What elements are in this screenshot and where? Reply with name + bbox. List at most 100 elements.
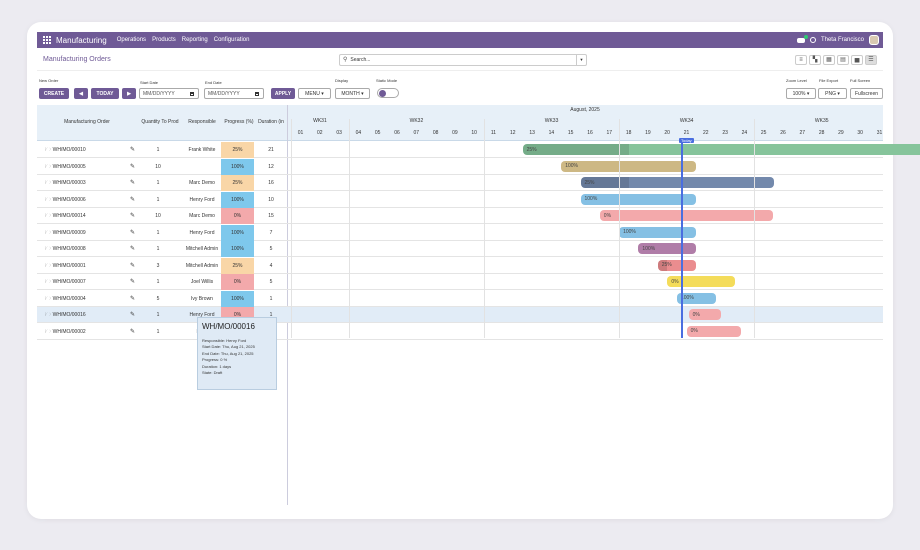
gantt-task-bar[interactable]: 25% (580, 177, 774, 188)
gantt-task-bar[interactable]: 100% (580, 193, 697, 205)
folder-icon: 🗁 (45, 246, 52, 252)
gantt-row[interactable]: 🗁 WH/MO/00016 ✎ 1 Henry Ford 0% 1 0% (37, 307, 883, 323)
prev-button[interactable]: ◀ (74, 88, 88, 99)
gantt-task-bar[interactable]: 100% (638, 243, 697, 254)
end-date-field[interactable]: MM/DD/YYYY (204, 88, 264, 99)
order-name[interactable]: 🗁 WH/MO/00004 (45, 296, 86, 304)
bar-progress-label: 100% (623, 229, 636, 235)
edit-icon[interactable]: ✎ (130, 262, 135, 269)
chat-icon[interactable] (796, 34, 808, 43)
edit-icon[interactable]: ✎ (130, 163, 135, 170)
search-input[interactable]: ⚲ Search... ▼ (339, 53, 587, 66)
order-name[interactable]: 🗁 WH/MO/00006 (45, 197, 86, 205)
gantt-task-bar[interactable]: 0% (599, 210, 774, 221)
fullscreen-button[interactable]: Fullscreen (850, 88, 883, 99)
folder-icon: 🗁 (45, 213, 52, 219)
chevron-down-icon[interactable]: ▼ (576, 54, 586, 65)
edit-icon[interactable]: ✎ (130, 179, 135, 186)
pivot-view-icon[interactable]: ▤ (837, 54, 849, 65)
gantt-row[interactable]: 🗁 WH/MO/00001 ✎ 3 Mitchell Admin 25% 4 25% (37, 257, 883, 274)
apply-button[interactable]: APPLY (271, 88, 295, 99)
edit-icon[interactable]: ✎ (130, 212, 135, 219)
gantt-row[interactable]: 🗁 WH/MO/00005 ✎ 10 100% 12 100% (37, 158, 883, 175)
gantt-row[interactable]: 🗁 WH/MO/00014 ✎ 10 Marc Demo 0% 15 0% (37, 208, 883, 224)
gantt-row[interactable]: 🗁 WH/MO/00010 ✎ 1 Frank White 25% 21 25% (37, 142, 920, 158)
calendar-icon[interactable] (255, 91, 259, 96)
edit-icon[interactable]: ✎ (130, 245, 135, 252)
menu-dropdown[interactable]: MENU ▾ (298, 88, 331, 99)
week-header: WK34 (679, 118, 694, 124)
gantt-task-bar[interactable]: 0% (686, 325, 741, 337)
graph-view-icon[interactable]: ▅ (851, 54, 863, 65)
create-button[interactable]: CREATE (39, 88, 69, 99)
edit-icon[interactable]: ✎ (130, 278, 135, 285)
gantt-row[interactable]: 🗁 WH/MO/00007 ✎ 1 Joel Willis 0% 5 0% (37, 274, 883, 290)
order-name[interactable]: 🗁 WH/MO/00010 (45, 147, 86, 155)
breadcrumb[interactable]: Manufacturing Orders (43, 56, 339, 63)
zoom-dropdown[interactable]: 100% ▾ (786, 88, 816, 99)
static-mode-toggle[interactable] (377, 88, 399, 98)
avatar[interactable] (869, 35, 879, 45)
export-dropdown[interactable]: PNG ▾ (818, 88, 847, 99)
today-button[interactable]: TODAY (91, 88, 119, 99)
menu-operations[interactable]: Operations (117, 37, 146, 43)
order-ref: WH/MO/00001 (52, 262, 86, 269)
user-name[interactable]: Theta Francisco (821, 37, 864, 43)
order-ref: WH/MO/00008 (52, 246, 86, 252)
gantt-task-bar[interactable]: 0% (688, 309, 722, 320)
order-name[interactable]: 🗁 WH/MO/00001 (45, 263, 86, 271)
responsible-cell: Mitchell Admin (185, 246, 219, 252)
gantt-row[interactable]: 🗁 WH/MO/00006 ✎ 1 Henry Ford 100% 10 100% (37, 191, 883, 208)
order-ref: WH/MO/00009 (52, 229, 86, 236)
gantt-task-bar[interactable]: 25% (657, 259, 697, 271)
quantity-cell: 1 (156, 328, 160, 335)
next-button[interactable]: ▶ (122, 88, 136, 99)
clock-icon[interactable] (809, 37, 816, 43)
order-name[interactable]: 🗁 WH/MO/00008 (45, 246, 86, 254)
edit-icon[interactable]: ✎ (130, 295, 135, 302)
list-view-icon[interactable]: ≡ (795, 54, 807, 65)
order-name[interactable]: 🗁 WH/MO/00003 (45, 180, 86, 188)
edit-icon[interactable]: ✎ (130, 229, 135, 236)
app-name[interactable]: Manufacturing (56, 36, 107, 45)
gantt-view-icon[interactable]: ☰ (865, 54, 877, 65)
order-name[interactable]: 🗁 WH/MO/00009 (45, 230, 86, 238)
gantt-row[interactable]: 🗁 WH/MO/00003 ✎ 1 Marc Demo 25% 16 25% (37, 175, 883, 191)
menu-reporting[interactable]: Reporting (182, 37, 208, 43)
gantt-task-bar[interactable]: 100% (677, 292, 716, 304)
gantt-task-bar[interactable]: 25% (522, 144, 920, 155)
day-header: 10 (471, 130, 477, 136)
order-name[interactable]: 🗁 WH/MO/00007 (45, 279, 86, 287)
gantt-row[interactable]: 🗁 WH/MO/00002✎1Marc0%10% (37, 323, 883, 340)
calendar-view-icon[interactable]: ▦ (823, 54, 835, 65)
order-name[interactable]: 🗁 WH/MO/00002 (45, 329, 86, 337)
bar-progress-label: 0% (671, 278, 679, 285)
static-mode-label: Static Mode (376, 78, 398, 83)
calendar-icon[interactable] (190, 91, 194, 96)
gantt-row[interactable]: 🗁 WH/MO/00008 ✎ 1 Mitchell Admin 100% 5 100% (37, 241, 883, 257)
gantt-task-bar[interactable]: 100% (619, 226, 697, 238)
display-dropdown[interactable]: MONTH ▾ (335, 88, 370, 99)
menu-products[interactable]: Products (152, 37, 176, 43)
gantt-task-bar[interactable]: 100% (561, 160, 697, 172)
menu-configuration[interactable]: Configuration (214, 37, 250, 43)
file-export-label: File Export (819, 78, 839, 83)
edit-icon[interactable]: ✎ (130, 146, 135, 153)
order-ref: WH/MO/00002 (52, 328, 86, 335)
apps-menu-icon[interactable] (43, 35, 52, 45)
duration-cell: 21 (268, 147, 274, 153)
start-date-field[interactable]: MM/DD/YYYY (139, 88, 199, 99)
order-name[interactable]: 🗁 WH/MO/00016 (45, 312, 86, 320)
order-name[interactable]: 🗁 WH/MO/00005 (45, 164, 86, 172)
chevron-down-icon: ▾ (361, 90, 364, 97)
progress-fill (522, 144, 629, 155)
gantt-task-bar[interactable]: 0% (667, 276, 735, 287)
edit-icon[interactable]: ✎ (130, 311, 135, 318)
kanban-view-icon[interactable]: ▚ (809, 54, 821, 65)
gantt-row[interactable]: 🗁 WH/MO/00009 ✎ 1 Henry Ford 100% 7 100% (37, 224, 883, 241)
order-name[interactable]: 🗁 WH/MO/00014 (45, 213, 86, 221)
edit-icon[interactable]: ✎ (130, 328, 135, 335)
gantt-row[interactable]: 🗁 WH/MO/00004 ✎ 5 Ivy Brown 100% 1 100% (37, 290, 883, 307)
edit-icon[interactable]: ✎ (130, 196, 135, 203)
order-ref: WH/MO/00016 (52, 312, 86, 318)
